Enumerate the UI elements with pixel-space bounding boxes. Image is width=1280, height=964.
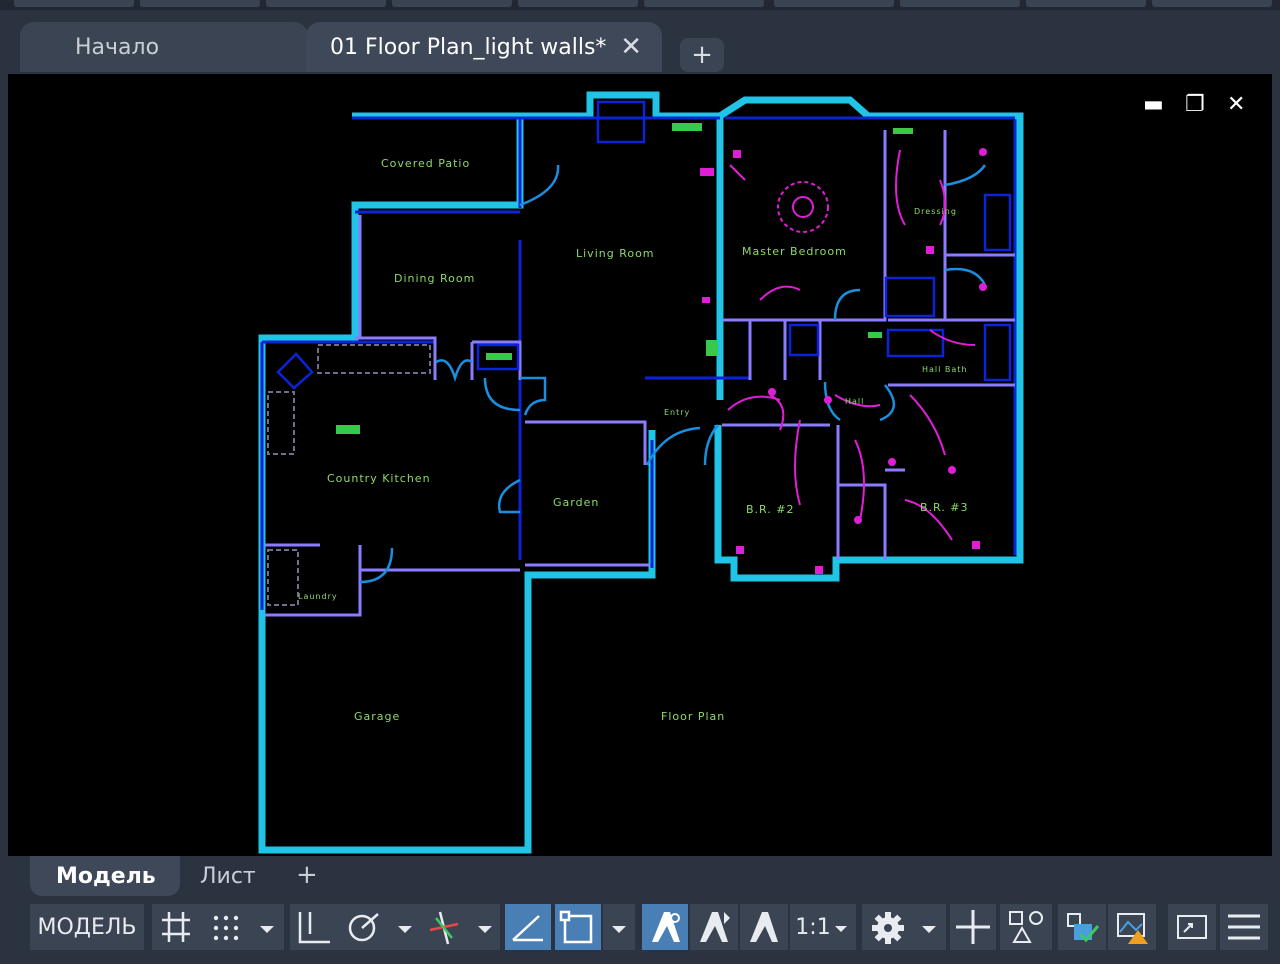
ribbon-segment	[14, 0, 134, 7]
tab-start[interactable]: Начало	[20, 22, 308, 72]
crosshair-icon[interactable]	[950, 904, 996, 950]
label-hall-bath: Hall Bath	[922, 365, 968, 374]
label-br3: B.R. #3	[920, 501, 969, 514]
close-viewport-icon[interactable]: ✕	[1227, 92, 1245, 117]
label-garage: Garage	[354, 710, 400, 723]
tab-document-label: 01 Floor Plan_light walls*	[330, 34, 607, 60]
new-tab-button[interactable]: +	[680, 38, 724, 72]
osnap-icon[interactable]	[555, 904, 601, 950]
gear-icon[interactable]	[862, 904, 946, 950]
ribbon-segment	[392, 0, 512, 7]
ortho-polar-icons[interactable]	[290, 904, 500, 950]
autoscale-icon[interactable]	[690, 904, 738, 950]
layout-tab-bar: Модель Лист +	[0, 856, 1280, 898]
label-dining-room: Dining Room	[394, 272, 475, 285]
annotation-scale-dropdown[interactable]: 1:1	[790, 904, 856, 950]
tab-document[interactable]: 01 Floor Plan_light walls* ✕	[306, 22, 662, 72]
tab-model-label: Модель	[56, 863, 156, 889]
label-br2: B.R. #2	[746, 503, 795, 516]
label-dressing: Dressing	[914, 207, 957, 216]
label-entry: Entry	[664, 408, 690, 417]
model-space-button[interactable]: МОДЕЛЬ	[30, 904, 144, 950]
minimize-icon[interactable]: ▬	[1143, 92, 1164, 117]
menu-icon[interactable]	[1220, 904, 1268, 950]
floor-plan-drawing: Covered Patio Living Room Master Bedroom…	[8, 74, 1272, 856]
status-bar: МОДЕЛЬ 1:1	[0, 898, 1280, 964]
ribbon-segment	[1152, 0, 1272, 7]
restore-icon[interactable]: ❐	[1185, 92, 1205, 117]
ribbon-segment	[1026, 0, 1146, 7]
ribbon-segment	[140, 0, 260, 7]
label-country-kitchen: Country Kitchen	[327, 472, 431, 485]
annotation-scale-label: 1:1	[795, 914, 831, 940]
isolate-objects-icon[interactable]	[1058, 904, 1106, 950]
tab-start-label: Начало	[75, 34, 160, 60]
drawing-canvas[interactable]: Covered Patio Living Room Master Bedroom…	[8, 74, 1272, 856]
annotation-icon[interactable]	[642, 904, 688, 950]
grid-snap-group	[152, 904, 284, 950]
label-covered-patio: Covered Patio	[381, 157, 470, 170]
tab-sheet-label: Лист	[200, 863, 256, 889]
tab-sheet[interactable]: Лист	[182, 856, 282, 896]
label-garden: Garden	[553, 496, 599, 509]
drafting-aids-group	[290, 904, 500, 950]
add-layout-button[interactable]: +	[296, 860, 318, 890]
label-master-bedroom: Master Bedroom	[742, 245, 847, 258]
hardware-acceleration-icon[interactable]	[1108, 904, 1156, 950]
label-laundry: Laundry	[298, 592, 338, 601]
label-floor-plan: Floor Plan	[661, 710, 725, 723]
top-strip	[0, 0, 1280, 10]
label-living-room: Living Room	[576, 247, 655, 260]
tab-model[interactable]: Модель	[30, 856, 180, 896]
ribbon-segment	[900, 0, 1020, 7]
grid-icon[interactable]	[152, 904, 284, 950]
isodraft-icon[interactable]	[505, 904, 551, 950]
settings-group[interactable]	[862, 904, 946, 950]
ribbon-segment	[266, 0, 386, 7]
workspace-icon[interactable]	[1000, 904, 1052, 950]
fullscreen-icon[interactable]	[1168, 904, 1216, 950]
document-tab-bar: Начало 01 Floor Plan_light walls* ✕ +	[0, 10, 1280, 74]
ribbon-segment	[518, 0, 638, 7]
close-icon[interactable]: ✕	[620, 32, 642, 62]
label-hall: Hall	[845, 397, 864, 406]
model-space-label: МОДЕЛЬ	[37, 914, 137, 940]
ribbon-segment	[644, 0, 764, 7]
osnap-dropdown[interactable]	[603, 904, 635, 950]
ribbon-segment	[774, 0, 894, 7]
annoscale-visibility-icon[interactable]	[740, 904, 788, 950]
